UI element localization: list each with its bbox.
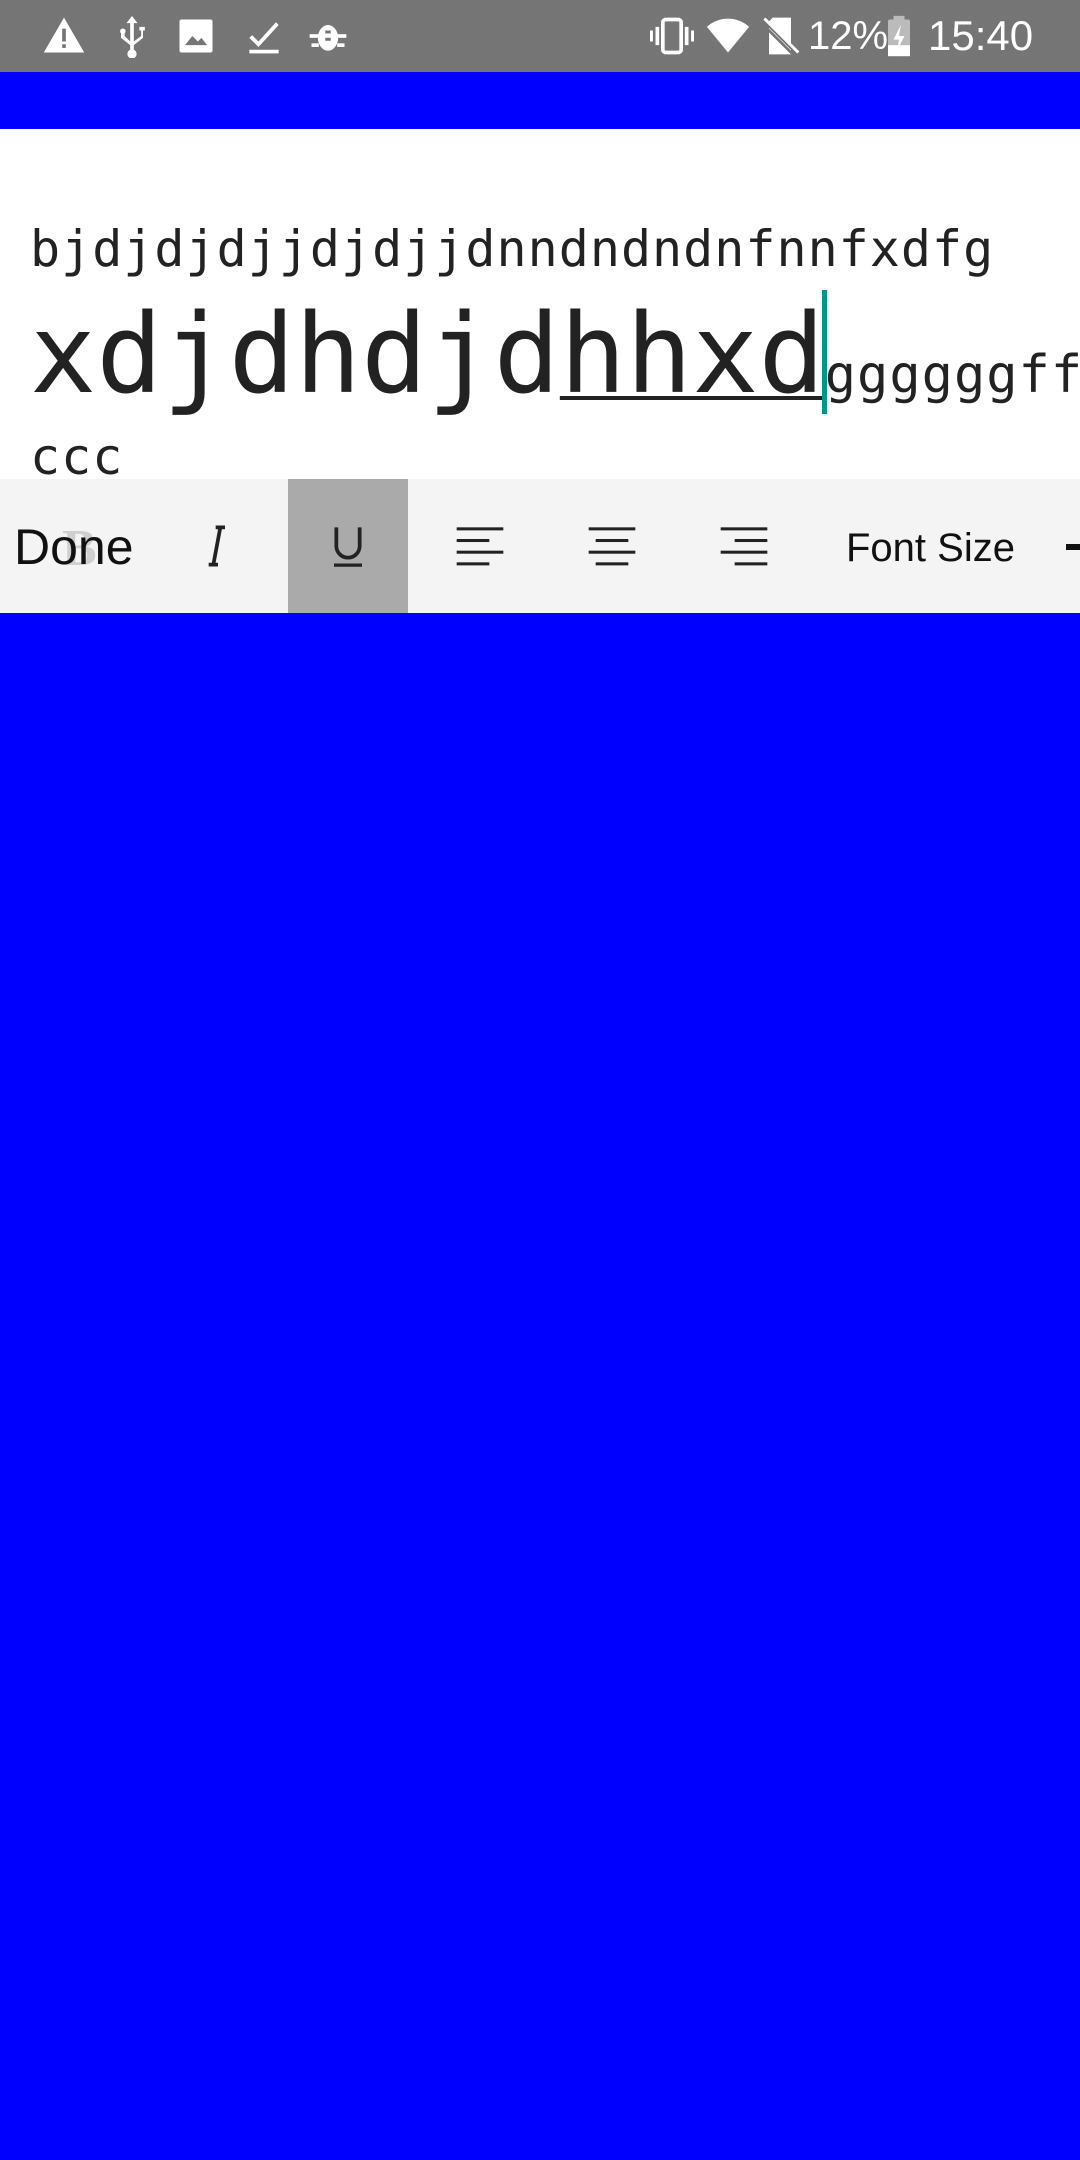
formatting-toolbar: B Done Font Size (0, 479, 1080, 613)
align-left-button[interactable] (420, 479, 540, 613)
editor-line-3: ccc (30, 428, 124, 479)
editor-text-underlined: hhxd (559, 290, 825, 418)
download-done-icon (242, 14, 286, 58)
align-right-icon (720, 527, 768, 566)
vibrate-icon (650, 14, 694, 58)
align-center-button[interactable] (552, 479, 672, 613)
editor-line-2: xdjdhdjdhhxdggggggff (30, 289, 1080, 440)
app-bar (0, 72, 1080, 129)
align-left-icon (456, 527, 504, 566)
usb-icon (110, 14, 154, 58)
status-bar: 12% 15:40 (0, 0, 1080, 72)
image-icon (174, 14, 218, 58)
editor-line-1: bjdjdjdjjdjdjjdnndndndnfnnfxdfg (30, 220, 995, 278)
align-right-button[interactable] (684, 479, 804, 613)
underline-icon (334, 527, 362, 567)
italic-icon (208, 525, 225, 567)
bug-icon (306, 14, 350, 58)
align-center-icon (588, 527, 636, 566)
battery-percent: 12% (808, 14, 889, 58)
clock: 15:40 (928, 12, 1034, 59)
no-sim-icon (758, 14, 802, 58)
overflow-tool-stub[interactable] (1066, 544, 1080, 550)
battery-charging-icon (884, 14, 914, 58)
editor-text-small: ggggggff (824, 345, 1080, 405)
italic-button[interactable] (158, 479, 278, 613)
done-button[interactable]: Done (14, 517, 134, 577)
editor-text-large: xdjdhdjd (30, 290, 560, 418)
alert-icon (42, 14, 86, 58)
font-size-button[interactable]: Font Size (846, 523, 1015, 573)
wifi-icon (706, 14, 750, 58)
rich-text-editor[interactable]: bjdjdjdjjdjdjjdnndndndnfnnfxdfg xdjdhdjd… (0, 129, 1080, 479)
underline-button[interactable] (288, 479, 408, 613)
